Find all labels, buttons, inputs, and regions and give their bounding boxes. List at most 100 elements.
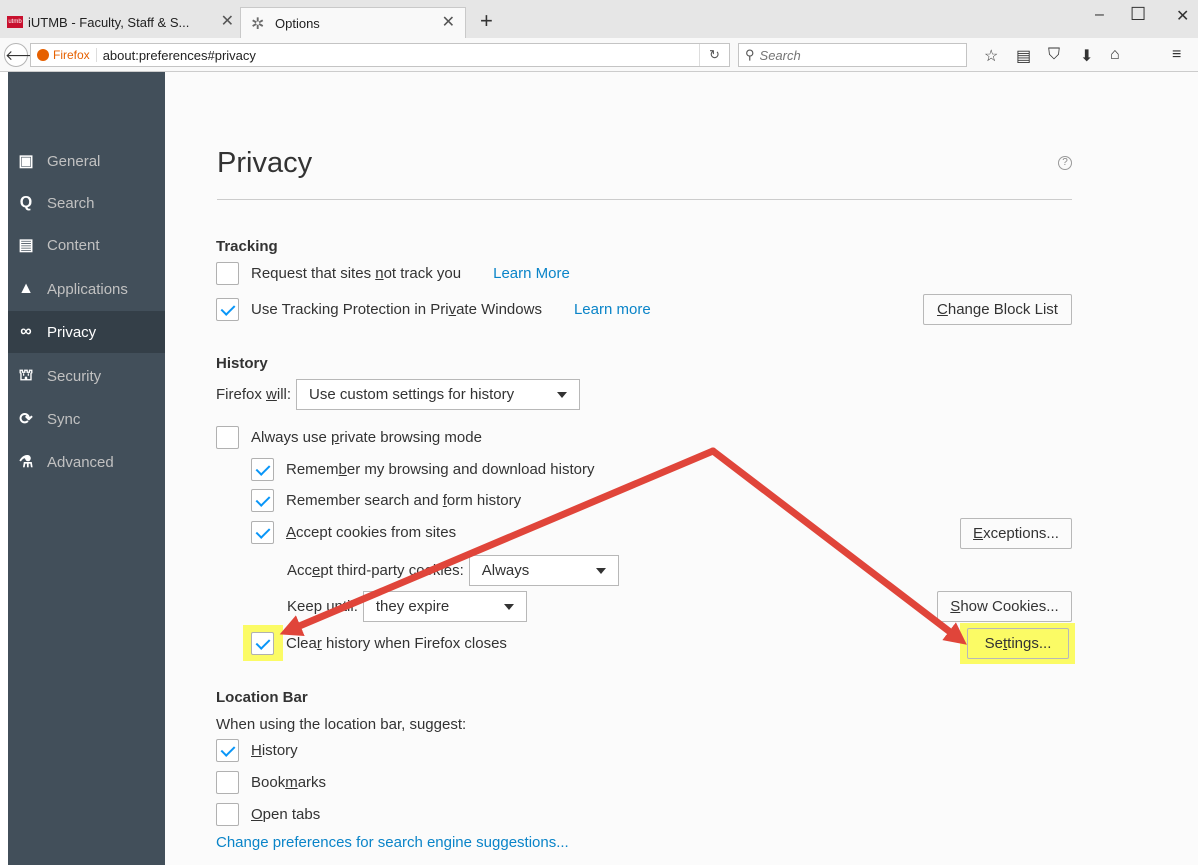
sidebar-item-label: Content xyxy=(47,236,100,254)
suggest-history-label[interactable]: History xyxy=(251,742,298,759)
keep-until-select[interactable]: they expire xyxy=(362,591,527,622)
tracking-protection-label[interactable]: Use Tracking Protection in Private Windo… xyxy=(251,301,542,318)
chevron-down-icon xyxy=(503,604,514,610)
tracking-protection-checkbox[interactable] xyxy=(216,298,239,321)
utmb-favicon-icon: utmb xyxy=(7,16,23,28)
close-tab-icon[interactable]: ✕ xyxy=(442,12,455,32)
suggest-bookmarks-label[interactable]: Bookmarks xyxy=(251,774,326,791)
sidebar-item-advanced[interactable]: ⚗ Advanced xyxy=(8,441,165,483)
dnt-learn-more-link[interactable]: Learn More xyxy=(493,265,570,282)
dnt-row: Request that sites not track you Learn M… xyxy=(216,262,570,285)
remember-search-checkbox[interactable] xyxy=(251,489,274,512)
search-suggestions-prefs-link[interactable]: Change preferences for search engine sug… xyxy=(216,834,569,851)
advanced-icon: ⚗ xyxy=(18,454,34,471)
downloads-icon[interactable]: ⬇ xyxy=(1080,46,1093,66)
remember-browsing-checkbox[interactable] xyxy=(251,458,274,481)
clear-history-label[interactable]: Clear history when Firefox closes xyxy=(286,635,507,652)
remember-search-label[interactable]: Remember search and form history xyxy=(286,492,521,509)
privacy-mask-icon: ∞ xyxy=(20,323,32,340)
sidebar-item-applications[interactable]: ▲ Applications xyxy=(8,268,165,310)
close-tab-icon[interactable]: ✕ xyxy=(221,11,234,31)
content-icon: ▤ xyxy=(18,237,34,254)
search-icon: Q xyxy=(19,194,33,211)
sidebar-item-label: Search xyxy=(47,194,95,212)
accept-cookies-label[interactable]: Accept cookies from sites xyxy=(286,524,456,541)
tracking-heading: Tracking xyxy=(216,238,278,255)
private-mode-label[interactable]: Always use private browsing mode xyxy=(251,429,482,446)
clear-history-checkbox[interactable] xyxy=(251,632,274,655)
tab-iutmb[interactable]: utmb iUTMB - Faculty, Staff & S... ✕ xyxy=(0,7,240,38)
home-icon[interactable]: ⌂ xyxy=(1110,46,1120,64)
dnt-label[interactable]: Request that sites not track you xyxy=(251,265,461,282)
reload-icon[interactable]: ↻ xyxy=(699,44,729,66)
security-icon: ⛫ xyxy=(18,367,34,384)
help-icon[interactable]: ? xyxy=(1058,156,1072,170)
header-divider xyxy=(217,199,1072,200)
tab-title: iUTMB - Faculty, Staff & S... xyxy=(28,15,190,30)
search-magnifier-icon: ⚲ xyxy=(745,47,755,62)
sidebar-item-label: Security xyxy=(47,367,102,385)
sidebar-item-sync[interactable]: ⟳ Sync xyxy=(8,398,165,440)
maximize-button[interactable]: ☐ xyxy=(1130,4,1146,25)
tracking-protection-learn-more-link[interactable]: Learn more xyxy=(574,301,651,318)
pocket-icon[interactable]: ⛉ xyxy=(1048,46,1060,64)
suggest-open-tabs-label[interactable]: Open tabs xyxy=(251,806,320,823)
firefox-will-label: Firefox will: xyxy=(216,386,292,403)
url-text[interactable]: about:preferences#privacy xyxy=(97,48,256,63)
tab-title: Options xyxy=(275,15,320,31)
history-mode-select[interactable]: Use custom settings for history xyxy=(296,379,581,410)
suggest-bookmarks-checkbox[interactable] xyxy=(216,771,239,794)
suggest-open-tabs-row: Open tabs xyxy=(216,803,320,826)
clear-history-row: Clear history when Firefox closes xyxy=(251,632,507,655)
accept-cookies-checkbox[interactable] xyxy=(251,521,274,544)
chevron-down-icon xyxy=(557,392,568,398)
sidebar-item-label: Advanced xyxy=(47,453,114,471)
minimize-button[interactable]: – xyxy=(1095,6,1104,24)
search-input[interactable] xyxy=(759,47,940,63)
general-icon: ▣ xyxy=(18,153,34,170)
tracking-protection-row: Use Tracking Protection in Private Windo… xyxy=(216,298,651,321)
sidebar-item-privacy[interactable]: ∞ Privacy xyxy=(8,311,165,353)
suggest-history-checkbox[interactable] xyxy=(216,739,239,762)
url-bar[interactable]: Firefox about:preferences#privacy ↻ xyxy=(30,43,730,67)
close-window-button[interactable]: ✕ xyxy=(1176,6,1189,26)
sidebar-item-general[interactable]: ▣ General xyxy=(8,140,165,182)
back-button[interactable]: 🡐 xyxy=(4,43,43,67)
keep-until-label: Keep until: xyxy=(287,598,358,615)
sidebar-item-security[interactable]: ⛫ Security xyxy=(8,355,165,397)
sidebar-item-content[interactable]: ▤ Content xyxy=(8,224,165,266)
show-cookies-button[interactable]: Show Cookies... xyxy=(937,591,1072,622)
exceptions-button[interactable]: Exceptions... xyxy=(960,518,1072,549)
firefox-will-row: Firefox will: Use custom settings for hi… xyxy=(216,379,581,410)
applications-icon: ▲ xyxy=(18,280,34,297)
suggest-open-tabs-checkbox[interactable] xyxy=(216,803,239,826)
history-heading: History xyxy=(216,355,268,372)
page-title: Privacy xyxy=(217,147,313,179)
tab-options[interactable]: ✲ Options ✕ xyxy=(240,7,466,38)
identity-label: Firefox xyxy=(53,48,97,62)
remember-browsing-label[interactable]: Remember my browsing and download histor… xyxy=(286,461,594,478)
suggest-bookmarks-row: Bookmarks xyxy=(216,771,326,794)
privacy-pane: Privacy ? Tracking Request that sites no… xyxy=(165,72,1198,865)
sidebar-item-search[interactable]: Q Search xyxy=(8,182,165,224)
dnt-checkbox[interactable] xyxy=(216,262,239,285)
change-block-list-button[interactable]: Change Block List xyxy=(923,294,1072,325)
third-party-cookies-select[interactable]: Always xyxy=(468,555,619,586)
tab-strip: utmb iUTMB - Faculty, Staff & S... ✕ ✲ O… xyxy=(0,0,1198,38)
search-box[interactable]: ⚲ xyxy=(738,43,967,67)
new-tab-button[interactable]: + xyxy=(480,8,493,34)
private-mode-checkbox[interactable] xyxy=(216,426,239,449)
preferences-sidebar: ▣ General Q Search ▤ Content ▲ Applicati… xyxy=(8,72,165,865)
settings-button[interactable]: Se t tings... xyxy=(967,628,1069,659)
gear-icon: ✲ xyxy=(251,16,265,33)
private-mode-row: Always use private browsing mode xyxy=(216,426,482,449)
bookmark-star-icon[interactable]: ☆ xyxy=(984,46,998,66)
sidebar-item-label: Sync xyxy=(47,410,81,428)
remember-browsing-row: Remember my browsing and download histor… xyxy=(251,458,594,481)
menu-icon[interactable]: ≡ xyxy=(1172,46,1181,64)
bookmarks-menu-icon[interactable]: ▤ xyxy=(1016,46,1031,66)
sidebar-item-label: Privacy xyxy=(47,323,97,341)
location-bar-heading: Location Bar xyxy=(216,689,308,706)
remember-search-row: Remember search and form history xyxy=(251,489,521,512)
third-party-cookies-label: Accept third-party cookies: xyxy=(287,562,464,579)
